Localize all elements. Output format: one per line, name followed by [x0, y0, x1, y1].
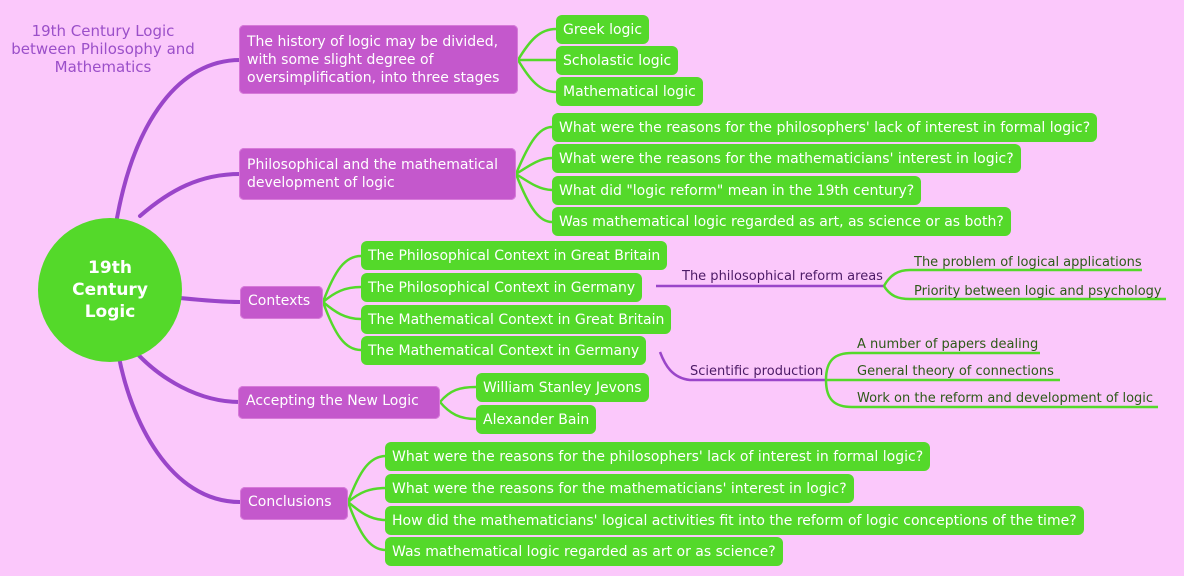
reform-areas-label[interactable]: The philosophical reform areas [682, 269, 883, 284]
subtopic-question[interactable]: How did the mathematicians' logical acti… [385, 506, 1084, 535]
map-title: 19th Century Logic between Philosophy an… [11, 22, 195, 76]
subtopic-question[interactable]: What were the reasons for the mathematic… [552, 144, 1021, 173]
subtopic-question[interactable]: Was mathematical logic regarded as art o… [385, 537, 783, 566]
topic-label: The history of logic may be divided, wit… [247, 34, 500, 86]
topic-accepting-new-logic[interactable]: Accepting the New Logic [238, 386, 440, 419]
subtopic-mathematical-logic[interactable]: Mathematical logic [556, 77, 703, 106]
reform-area-item[interactable]: Priority between logic and psychology [914, 284, 1162, 299]
subtopic-greek-logic[interactable]: Greek logic [556, 15, 650, 44]
link-center-contexts [178, 296, 242, 304]
production-item[interactable]: A number of papers dealing [857, 337, 1038, 352]
subtopic-context[interactable]: The Philosophical Context in Great Brita… [361, 241, 668, 270]
subtopic-question[interactable]: What were the reasons for the philosophe… [552, 113, 1098, 142]
link-center-accepting [130, 346, 242, 404]
production-item[interactable]: General theory of connections [857, 364, 1054, 379]
subtopic-context[interactable]: The Mathematical Context in Great Britai… [361, 305, 672, 334]
subtopic-question[interactable]: What were the reasons for the philosophe… [385, 442, 931, 471]
scientific-production-label[interactable]: Scientific production [690, 364, 823, 379]
topic-conclusions[interactable]: Conclusions [240, 487, 348, 520]
topic-history-stages[interactable]: The history of logic may be divided, wit… [239, 25, 518, 94]
central-topic[interactable]: 19th Century Logic [38, 218, 182, 362]
reform-area-item[interactable]: The problem of logical applications [914, 255, 1142, 270]
topic-contexts[interactable]: Contexts [240, 286, 323, 319]
subtopic-context[interactable]: The Mathematical Context in Germany [361, 336, 647, 365]
subtopic-person[interactable]: Alexander Bain [476, 405, 597, 434]
link-center-development [138, 172, 242, 218]
central-topic-label: 19th Century Logic [72, 258, 148, 322]
subtopic-question[interactable]: What were the reasons for the mathematic… [385, 474, 854, 503]
topic-label: Contexts [248, 293, 311, 309]
topic-development[interactable]: Philosophical and the mathematical devel… [239, 148, 516, 200]
subtopic-context[interactable]: The Philosophical Context in Germany [361, 273, 643, 302]
topic-label: Philosophical and the mathematical devel… [247, 157, 498, 191]
topic-label: Conclusions [248, 494, 332, 510]
subtopic-question[interactable]: What did "logic reform" mean in the 19th… [552, 176, 922, 205]
link-center-conclusions [116, 350, 242, 504]
topic-label: Accepting the New Logic [246, 393, 419, 409]
subtopic-question[interactable]: Was mathematical logic regarded as art, … [552, 207, 1011, 236]
subtopic-scholastic-logic[interactable]: Scholastic logic [556, 46, 679, 75]
production-item[interactable]: Work on the reform and development of lo… [857, 391, 1153, 406]
subtopic-person[interactable]: William Stanley Jevons [476, 373, 649, 402]
link-center-history [115, 58, 242, 220]
